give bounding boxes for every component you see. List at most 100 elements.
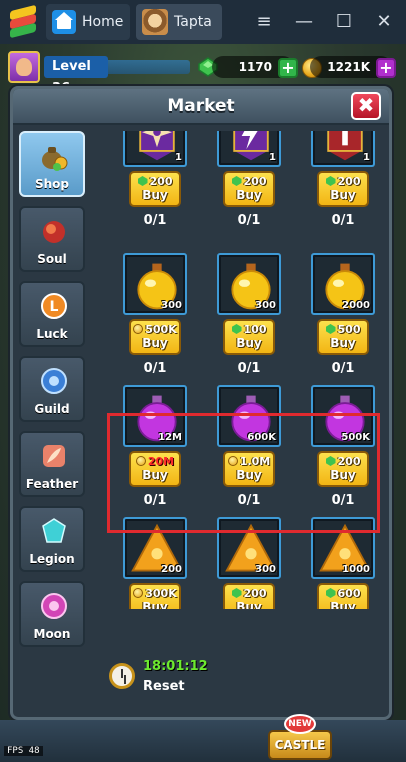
buy-label: Buy [236,600,262,609]
purchase-limit: 0/1 [143,361,167,376]
fps-counter: FPS 48 [4,746,43,756]
sidebar-item-luck[interactable]: L Luck [19,281,85,347]
gem-icon [325,588,336,598]
money-bag-icon [42,147,68,171]
buy-button[interactable]: 500K Buy [129,319,181,355]
market-panel: Market ✖ Shop Soul L Luck Guild Feather … [10,86,392,720]
bottom-nav-strip [0,720,406,762]
svg-text:L: L [50,299,59,315]
buy-button[interactable]: 600 Buy [317,583,369,609]
sidebar-item-soul[interactable]: Soul [19,206,85,272]
emulator-titlebar: Home Tapta ≡ — ☐ ✕ [0,0,406,44]
item-quantity: 1 [269,152,276,163]
item-price: 200 [131,175,179,188]
avatar[interactable] [8,51,40,83]
item-quantity: 200 [161,564,182,575]
item-quantity: 1000 [342,564,370,575]
market-close-button[interactable]: ✖ [351,92,381,120]
buy-label: Buy [142,600,168,609]
purchase-limit: 0/1 [331,361,355,376]
item-slot[interactable]: 1 [311,131,375,167]
sidebar-item-shop[interactable]: Shop [19,131,85,197]
castle-button[interactable]: CASTLE [268,730,332,760]
legion-crystal-icon [42,518,66,543]
game-viewport: Level 36 1170 + 1221K + Market ✖ [0,44,406,762]
buy-label: Buy [330,188,356,202]
sidebar-label-luck: Luck [36,327,68,341]
close-icon[interactable]: ✕ [370,8,398,36]
purchase-limit: 0/1 [143,213,167,228]
item-quantity: 300 [255,300,276,311]
sidebar-item-feather[interactable]: Feather [19,431,85,497]
clock-icon [109,663,135,689]
item-quantity: 300 [255,564,276,575]
add-coins-button[interactable]: + [376,58,396,78]
buy-button[interactable]: 200 Buy [317,171,369,207]
gem-icon [231,176,242,186]
tab-home-label: Home [82,14,124,30]
tab-app[interactable]: Tapta [136,4,222,40]
status-bar: Level 36 1170 + 1221K + [6,50,400,96]
buy-button[interactable]: 300K Buy [129,583,181,609]
market-title: Market [167,96,235,116]
buy-label: Buy [330,600,356,609]
gem-icon [325,324,336,334]
buy-label: Buy [142,188,168,202]
item-price: 600 [319,587,367,600]
item-quantity: 2000 [342,300,370,311]
buy-button[interactable]: 500 Buy [317,319,369,355]
buy-button[interactable]: 200 Buy [223,171,275,207]
item-slot[interactable]: 300 [217,253,281,315]
item-slot[interactable]: 1 [217,131,281,167]
market-sidebar: Shop Soul L Luck Guild Feather Legion Mo… [19,131,87,656]
purchase-limit: 0/1 [237,361,261,376]
item-slot[interactable]: 2000 [311,253,375,315]
feather-icon [43,445,65,467]
item-quantity: 1 [175,152,182,163]
highlight-box [107,413,380,533]
sidebar-label-shop: Shop [34,177,70,191]
sidebar-label-guild: Guild [34,402,70,416]
item-price: 500 [319,323,367,336]
reset-label: Reset [143,679,185,694]
item-price: 200 [225,587,273,600]
coin-icon [133,324,144,334]
item-slot[interactable]: 1 [123,131,187,167]
item-quantity: 300 [161,300,182,311]
player-level: Level 36 [44,56,108,96]
item-price: 500K [131,323,179,336]
buy-label: Buy [330,336,356,350]
gem-icon [325,176,336,186]
home-icon [52,10,76,34]
guild-emblem-icon [41,368,67,394]
purchase-limit: 0/1 [331,213,355,228]
item-price: 100 [225,323,273,336]
sidebar-item-guild[interactable]: Guild [19,356,85,422]
sidebar-item-moon[interactable]: Moon [19,581,85,647]
buy-label: Buy [236,336,262,350]
tab-app-label: Tapta [174,14,212,30]
minimize-icon[interactable]: — [290,8,318,36]
market-header: Market [13,89,389,125]
bluestacks-logo-icon[interactable] [6,4,40,39]
reset-timer: 18:01:12 [143,659,208,674]
coin-icon [133,588,144,598]
luck-coin-icon: L [41,293,67,319]
buy-button[interactable]: 200 Buy [129,171,181,207]
moon-orb-icon [41,593,67,619]
item-price: 300K [131,587,179,600]
maximize-icon[interactable]: ☐ [330,8,358,36]
sidebar-label-legion: Legion [29,552,75,566]
sidebar-item-legion[interactable]: Legion [19,506,85,572]
buy-button[interactable]: 200 Buy [223,583,275,609]
menu-icon[interactable]: ≡ [250,8,278,36]
item-quantity: 1 [363,152,370,163]
sidebar-label-soul: Soul [37,252,67,266]
tab-home[interactable]: Home [46,4,130,40]
new-badge: NEW [284,714,316,734]
add-gems-button[interactable]: + [278,58,298,78]
buy-button[interactable]: 100 Buy [223,319,275,355]
item-slot[interactable]: 300 [123,253,187,315]
sidebar-label-moon: Moon [33,627,71,641]
app-icon [142,9,168,35]
